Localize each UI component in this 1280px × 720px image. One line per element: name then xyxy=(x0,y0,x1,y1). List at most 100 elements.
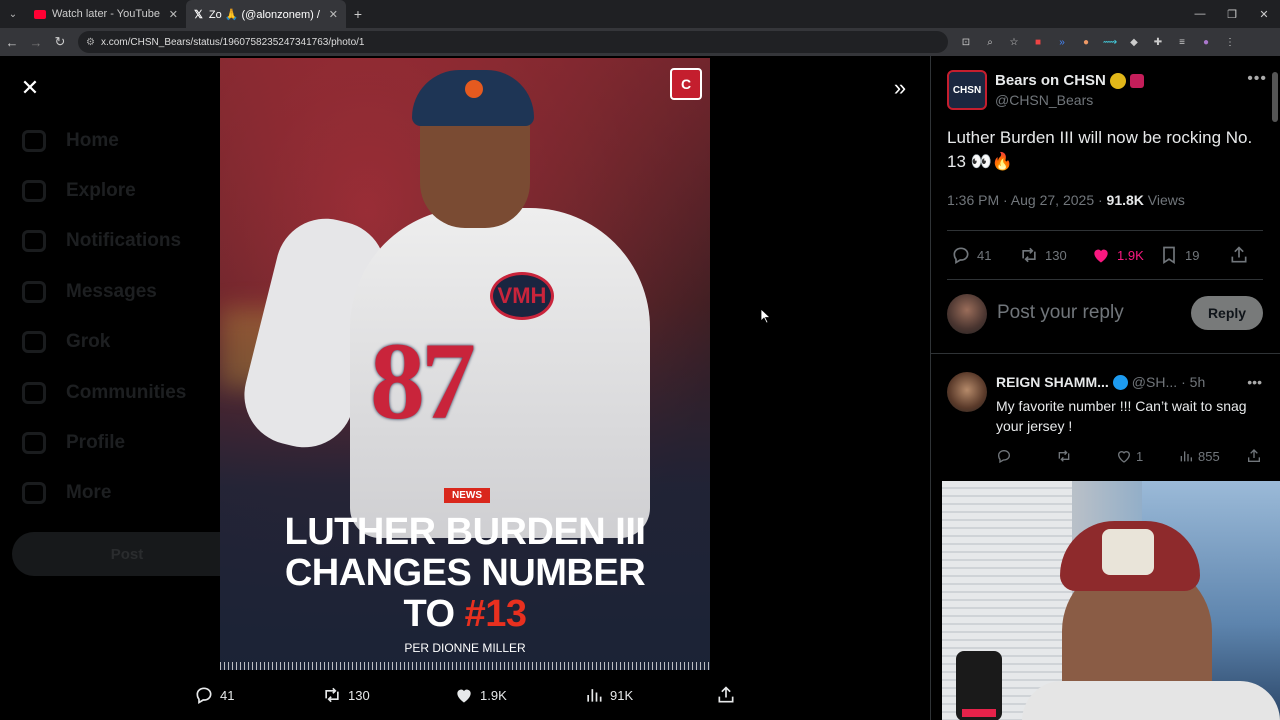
reload-icon[interactable]: ↻ xyxy=(48,34,72,50)
reply-count: 41 xyxy=(220,687,235,703)
comment-like-count: 1 xyxy=(1136,448,1144,464)
extension-blue-icon[interactable]: » xyxy=(1054,35,1070,49)
jersey-patch: VMH xyxy=(490,272,554,320)
tweet-timestamp[interactable]: 1:36 PM · Aug 27, 2025 · xyxy=(947,192,1107,208)
communities-icon xyxy=(22,382,46,404)
photo-like-button[interactable]: 1.9K xyxy=(454,685,507,705)
grok-icon xyxy=(22,331,46,353)
bookmark-star-icon[interactable]: ☆ xyxy=(1006,35,1022,49)
reply-count: 41 xyxy=(977,247,992,263)
reply-icon xyxy=(953,247,969,264)
close-icon[interactable]: ✕ xyxy=(329,8,338,21)
minimize-icon[interactable]: — xyxy=(1184,0,1216,28)
tweet-text: Luther Burden III will now be rocking No… xyxy=(947,128,1253,171)
tweet-like-button[interactable]: 1.9K xyxy=(1091,245,1144,265)
photo-views-button[interactable]: 91K xyxy=(584,685,633,705)
repost-count: 130 xyxy=(1045,247,1067,263)
webcam-overlay xyxy=(942,481,1280,720)
comment-text: My favorite number !!! Can’t wait to sna… xyxy=(996,398,1247,434)
comment-reply-button[interactable] xyxy=(996,448,1012,464)
panel-scrollbar[interactable] xyxy=(1272,72,1278,122)
double-chevron-right-icon: » xyxy=(893,75,907,100)
extension-red-icon[interactable]: ■ xyxy=(1030,35,1046,49)
profile-avatar-icon[interactable]: ● xyxy=(1198,35,1214,49)
nav-label: Explore xyxy=(66,180,136,201)
photo-repost-button[interactable]: 130 xyxy=(322,685,370,705)
window-close-icon[interactable]: ✕ xyxy=(1248,0,1280,28)
tweet-bookmark-button[interactable]: 19 xyxy=(1159,245,1199,265)
comment-repost-button[interactable] xyxy=(1056,448,1072,464)
extensions-puzzle-icon[interactable]: ✚ xyxy=(1150,35,1166,49)
search-icon xyxy=(22,180,46,202)
tab-x[interactable]: 𝕏 Zo 🙏 (@alonzonem) / X ✕ xyxy=(186,0,346,28)
nav-label: Grok xyxy=(66,331,111,352)
more-options-icon[interactable]: ••• xyxy=(1247,374,1262,390)
photo-bottom-pattern xyxy=(220,662,710,670)
more-options-icon[interactable]: ••• xyxy=(1247,70,1267,88)
comment-share-button[interactable] xyxy=(1246,448,1262,464)
divider xyxy=(931,353,1280,354)
tweet-reply-button[interactable]: 41 xyxy=(951,245,991,265)
tweet-author: CHSN Bears on CHSN @CHSN_Bears ••• xyxy=(947,68,1267,112)
comment-avatar[interactable] xyxy=(947,372,987,412)
tab-youtube[interactable]: Watch later - YouTube ✕ xyxy=(26,0,186,28)
bg-post-button: Post xyxy=(12,532,242,576)
share-icon xyxy=(718,686,734,703)
tweet-repost-button[interactable]: 130 xyxy=(1019,245,1067,265)
comment-author-name[interactable]: REIGN SHAMM... xyxy=(996,374,1109,390)
tweet-photo[interactable]: VMH 87 C NEWS LUTHER BURDEN III CHANGES … xyxy=(220,58,710,670)
x-icon: 𝕏 xyxy=(194,8,203,21)
close-icon[interactable]: ✕ xyxy=(169,8,178,21)
comment-author-handle[interactable]: @SH... xyxy=(1132,374,1177,390)
forward-arrow-icon[interactable]: → xyxy=(24,35,48,50)
author-avatar[interactable]: CHSN xyxy=(947,70,987,110)
reply-input[interactable]: Post your reply xyxy=(997,302,1124,324)
bookmark-icon xyxy=(1163,246,1175,265)
reading-list-icon[interactable]: ≡ xyxy=(1174,35,1190,49)
site-info-icon[interactable]: ⚙ xyxy=(86,37,95,48)
photo-share-button[interactable] xyxy=(716,685,736,705)
photo-action-bar: 41 130 1.9K 91K xyxy=(190,682,750,708)
like-count: 1.9K xyxy=(1117,247,1144,263)
extension-orange-icon[interactable]: ● xyxy=(1078,35,1094,49)
more-icon xyxy=(22,482,46,504)
comment-header: REIGN SHAMM... @SH... · 5h ••• xyxy=(996,374,1262,390)
back-arrow-icon[interactable]: ← xyxy=(0,35,24,50)
webcam-cap-patch xyxy=(1102,529,1154,575)
tab-search-icon[interactable]: ⌄ xyxy=(0,0,26,28)
comment-like-button[interactable]: 1 xyxy=(1116,448,1143,464)
zoom-icon[interactable]: ⌕ xyxy=(982,35,998,49)
author-name[interactable]: Bears on CHSN xyxy=(995,72,1144,89)
x-photo-viewer: Home Explore Notifications Messages Grok… xyxy=(0,56,1280,720)
comment-views-button[interactable]: 855 xyxy=(1178,448,1220,464)
install-icon[interactable]: ⊡ xyxy=(958,35,974,49)
verified-gold-icon xyxy=(1109,72,1126,89)
mouse-cursor-icon xyxy=(760,308,772,324)
repost-icon xyxy=(325,687,339,703)
user-avatar[interactable] xyxy=(947,294,987,334)
mail-icon xyxy=(22,281,46,303)
repost-icon xyxy=(1058,450,1070,462)
close-viewer-button[interactable]: ✕ xyxy=(16,74,44,102)
new-tab-button[interactable]: + xyxy=(346,6,370,22)
toggle-panel-button[interactable]: » xyxy=(885,74,915,102)
bg-nav-profile: Profile xyxy=(22,432,125,454)
headline-line-2: CHANGES NUMBER xyxy=(284,552,646,594)
bell-icon xyxy=(22,230,46,252)
photo-reply-button[interactable]: 41 xyxy=(194,685,234,705)
author-handle[interactable]: @CHSN_Bears xyxy=(995,92,1093,108)
bg-nav-communities: Communities xyxy=(22,382,186,404)
browser-menu-icon[interactable]: ⋮ xyxy=(1222,35,1238,49)
reply-item[interactable]: REIGN SHAMM... @SH... · 5h ••• My favori… xyxy=(947,370,1263,474)
extension-gray-icon[interactable]: ◆ xyxy=(1126,35,1142,49)
restore-icon[interactable]: ❐ xyxy=(1216,0,1248,28)
comment-time[interactable]: · 5h xyxy=(1181,374,1205,390)
extension-teal-icon[interactable]: ⟿ xyxy=(1102,35,1118,49)
nav-label: Profile xyxy=(66,432,126,453)
browser-toolbar: ← → ↻ ⚙ x.com/CHSN_Bears/status/19607582… xyxy=(0,28,1280,56)
address-bar[interactable]: ⚙ x.com/CHSN_Bears/status/19607582352473… xyxy=(78,31,948,53)
tweet-share-button[interactable] xyxy=(1229,245,1249,265)
heart-icon xyxy=(1117,451,1131,463)
reply-button[interactable]: Reply xyxy=(1191,296,1263,330)
browser-tab-strip: ⌄ Watch later - YouTube ✕ 𝕏 Zo 🙏 (@alonz… xyxy=(0,0,1280,28)
